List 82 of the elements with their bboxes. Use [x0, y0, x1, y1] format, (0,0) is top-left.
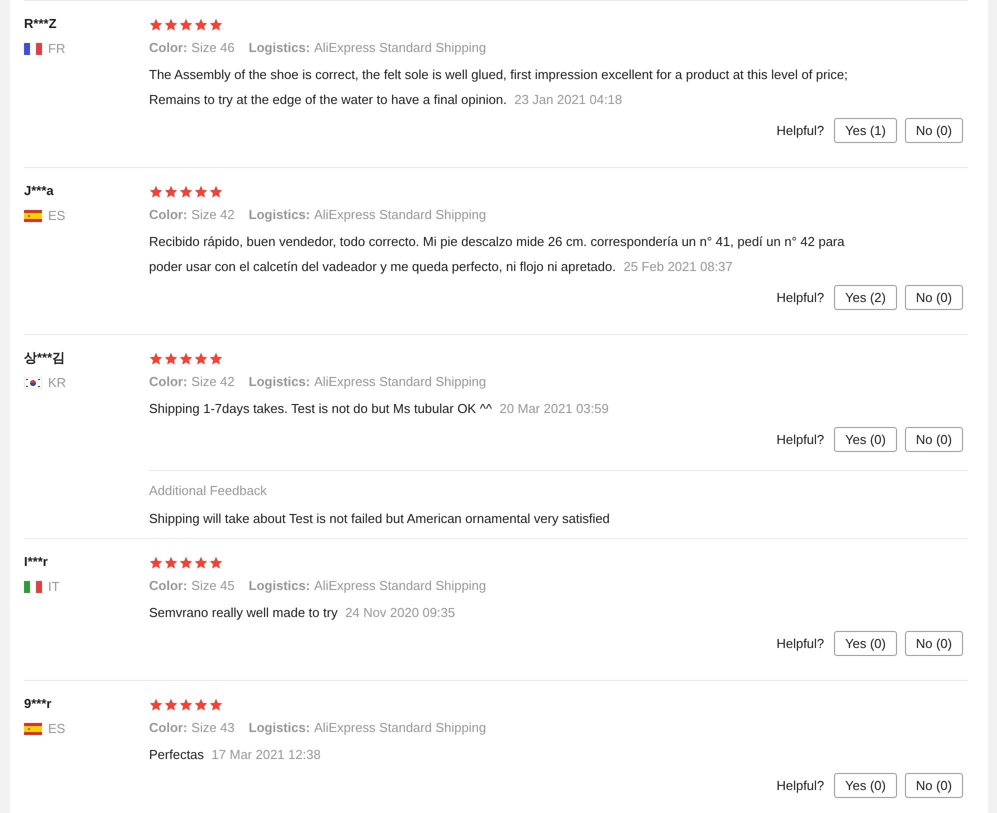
star-icon [209, 556, 223, 568]
star-icon [149, 184, 163, 198]
country-code: IT [48, 579, 60, 595]
star-icon [194, 184, 208, 198]
country-code: ES [48, 208, 66, 224]
star-icon [209, 698, 223, 710]
helpful-label: Helpful? [776, 776, 824, 795]
attribute-label: Logistics: [248, 719, 310, 737]
star-icon [209, 18, 223, 30]
no-button[interactable]: No (0) [904, 427, 963, 452]
star-icon [209, 352, 223, 364]
review-text: Shipping 1-7days takes. Test is not do but Ms tubular OK ^^ 20 Mar 2021 03:59 [149, 400, 610, 418]
star-icon [179, 184, 193, 198]
star-icon [179, 352, 193, 364]
star-icon [194, 18, 208, 30]
star-icon [164, 184, 178, 198]
star-icon [164, 352, 178, 364]
attribute-value: AliExpress Standard Shipping [314, 577, 486, 595]
attribute-label: Color: [149, 39, 188, 57]
review-text: Semvrano really well made to try 24 Nov 2020 09:35 [149, 604, 456, 622]
attribute-label: Logistics: [248, 577, 310, 595]
attribute-label: Color: [149, 577, 188, 595]
review-text: The Assembly of the shoe is correct, the felt sole is well glued, first impression excellent for a product at this level of price; Remains to try at the edge of the water to have a final opinion. 23 Jan 2021 04:18 [149, 66, 849, 109]
no-button[interactable]: No (0) [904, 773, 963, 798]
reviewer-name: R***Z [24, 15, 58, 33]
star-icon [179, 556, 193, 568]
yes-button[interactable]: Yes (2) [834, 285, 897, 310]
feedback-title: Additional Feedback [149, 482, 268, 500]
reviewer-name: 상***김 [24, 349, 66, 367]
attribute-value: Size 42 [191, 206, 235, 224]
review-text: Recibido rápido, buen vendedor, todo correcto. Mi pie descalzo mide 26 cm. correspondería un n° 41, pedí un n° 42 para poder usar con el calcetín del vadeador y me queda perfecto, ni flojo ni apretado. 25 Feb 2021 08:37 [149, 233, 846, 276]
flag-icon [24, 581, 42, 593]
star-icon [149, 352, 163, 364]
flag-icon [24, 43, 42, 55]
reviewer-name: J***a [24, 182, 55, 200]
feedback-text: Shipping will take about Test is not failed but American ornamental very satisfied [149, 510, 611, 528]
star-icon [149, 18, 163, 30]
attribute-label: Color: [149, 206, 188, 224]
attribute-label: Logistics: [248, 206, 310, 224]
yes-button[interactable]: Yes (0) [834, 427, 897, 452]
country-code: ES [48, 721, 66, 737]
attribute-label: Logistics: [248, 39, 310, 57]
country-code: KR [48, 375, 66, 391]
star-icon [194, 352, 208, 364]
yes-button[interactable]: Yes (0) [834, 773, 897, 798]
helpful-label: Helpful? [776, 634, 824, 653]
attribute-value: Size 43 [191, 719, 235, 737]
no-button[interactable]: No (0) [904, 118, 963, 143]
yes-button[interactable]: Yes (1) [834, 118, 897, 143]
attribute-value: AliExpress Standard Shipping [314, 39, 486, 57]
star-icon [164, 698, 178, 710]
attribute-value: Size 42 [191, 373, 235, 391]
flag-icon [24, 723, 42, 735]
attribute-label: Logistics: [248, 373, 310, 391]
attribute-value: Size 45 [191, 577, 235, 595]
reviewer-name: I***r [24, 553, 49, 571]
attribute-value: AliExpress Standard Shipping [314, 373, 486, 391]
no-button[interactable]: No (0) [904, 285, 963, 310]
attribute-value: Size 46 [191, 39, 235, 57]
no-button[interactable]: No (0) [904, 631, 963, 656]
attribute-label: Color: [149, 373, 188, 391]
star-icon [209, 184, 223, 198]
country-code: FR [48, 41, 66, 57]
star-icon [179, 698, 193, 710]
star-icon [179, 18, 193, 30]
attribute-value: AliExpress Standard Shipping [314, 206, 486, 224]
star-icon [149, 556, 163, 568]
star-icon [164, 556, 178, 568]
flag-icon [24, 210, 42, 222]
helpful-label: Helpful? [776, 430, 824, 449]
star-icon [164, 18, 178, 30]
attribute-label: Color: [149, 719, 188, 737]
review-text: Perfectas 17 Mar 2021 12:38 [149, 746, 322, 764]
reviewer-name: 9***r [24, 695, 52, 713]
yes-button[interactable]: Yes (0) [834, 631, 897, 656]
flag-icon [24, 377, 42, 389]
star-icon [194, 556, 208, 568]
star-icon [194, 698, 208, 710]
attribute-value: AliExpress Standard Shipping [314, 719, 486, 737]
helpful-label: Helpful? [776, 288, 824, 307]
star-icon [149, 698, 163, 710]
helpful-label: Helpful? [776, 122, 824, 140]
